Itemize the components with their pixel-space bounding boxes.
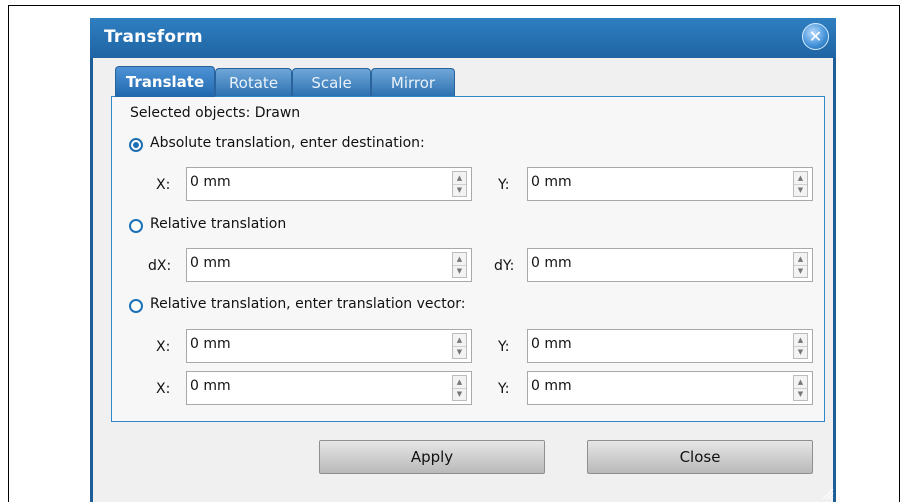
vec2-x-label: X: [156, 381, 171, 397]
spin-down-icon[interactable]: ▼ [453, 265, 466, 277]
abs-y-field[interactable]: 0 mm ▲ ▼ [527, 167, 813, 201]
radio-absolute-translation[interactable] [129, 138, 143, 152]
radio-relative-translation[interactable] [129, 219, 143, 233]
rel-dy-label: dY: [494, 258, 515, 274]
dialog-title: Transform [104, 27, 203, 47]
apply-button[interactable]: Apply [319, 440, 545, 474]
close-icon[interactable]: ✕ [802, 23, 829, 50]
transform-dialog: Transform ✕ Translate Rotate Scale Mirro… [90, 18, 836, 502]
rel-dy-field[interactable]: 0 mm ▲ ▼ [527, 248, 813, 282]
absolute-translation-label: Absolute translation, enter destination: [150, 135, 425, 151]
vec2-x-field[interactable]: 0 mm ▲ ▼ [186, 371, 472, 405]
vec2-x-spinner[interactable]: ▲ ▼ [452, 375, 467, 401]
tab-mirror[interactable]: Mirror [371, 68, 455, 97]
vec1-x-spinner[interactable]: ▲ ▼ [452, 333, 467, 359]
rel-dx-value: 0 mm [190, 255, 231, 271]
tab-scale[interactable]: Scale [292, 68, 371, 97]
title-bar[interactable]: Transform ✕ [90, 18, 836, 58]
dialog-body: Translate Rotate Scale Mirror Selected o… [93, 58, 833, 502]
rel-dx-label: dX: [148, 258, 172, 274]
tab-rotate[interactable]: Rotate [215, 68, 292, 97]
spin-down-icon[interactable]: ▼ [453, 346, 466, 358]
translation-vector-label: Relative translation, enter translation … [150, 296, 466, 312]
vec2-x-value: 0 mm [190, 378, 231, 394]
relative-translation-label: Relative translation [150, 216, 287, 232]
tab-translate[interactable]: Translate [115, 66, 215, 97]
rel-dx-spinner[interactable]: ▲ ▼ [452, 252, 467, 278]
vec2-y-value: 0 mm [531, 378, 572, 394]
translate-panel: Selected objects: Drawn Absolute transla… [111, 96, 825, 422]
abs-y-label: Y: [498, 177, 510, 193]
abs-x-label: X: [156, 177, 171, 193]
abs-x-value: 0 mm [190, 174, 231, 190]
close-button[interactable]: Close [587, 440, 813, 474]
vec1-y-label: Y: [498, 339, 510, 355]
vec1-y-spinner[interactable]: ▲ ▼ [793, 333, 808, 359]
abs-y-spinner[interactable]: ▲ ▼ [793, 171, 808, 197]
rel-dy-value: 0 mm [531, 255, 572, 271]
spin-down-icon[interactable]: ▼ [794, 184, 807, 196]
vec1-x-value: 0 mm [190, 336, 231, 352]
spin-down-icon[interactable]: ▼ [453, 388, 466, 400]
spin-down-icon[interactable]: ▼ [794, 346, 807, 358]
selected-objects-label: Selected objects: Drawn [130, 105, 301, 121]
spin-down-icon[interactable]: ▼ [794, 265, 807, 277]
rel-dx-field[interactable]: 0 mm ▲ ▼ [186, 248, 472, 282]
spin-down-icon[interactable]: ▼ [453, 184, 466, 196]
vec1-x-field[interactable]: 0 mm ▲ ▼ [186, 329, 472, 363]
abs-x-field[interactable]: 0 mm ▲ ▼ [186, 167, 472, 201]
vec2-y-field[interactable]: 0 mm ▲ ▼ [527, 371, 813, 405]
rel-dy-spinner[interactable]: ▲ ▼ [793, 252, 808, 278]
resize-grip-icon[interactable] [820, 486, 834, 500]
radio-translation-vector[interactable] [129, 299, 143, 313]
spin-down-icon[interactable]: ▼ [794, 388, 807, 400]
abs-y-value: 0 mm [531, 174, 572, 190]
vec2-y-spinner[interactable]: ▲ ▼ [793, 375, 808, 401]
vec1-x-label: X: [156, 339, 171, 355]
abs-x-spinner[interactable]: ▲ ▼ [452, 171, 467, 197]
vec1-y-field[interactable]: 0 mm ▲ ▼ [527, 329, 813, 363]
vec1-y-value: 0 mm [531, 336, 572, 352]
vec2-y-label: Y: [498, 381, 510, 397]
